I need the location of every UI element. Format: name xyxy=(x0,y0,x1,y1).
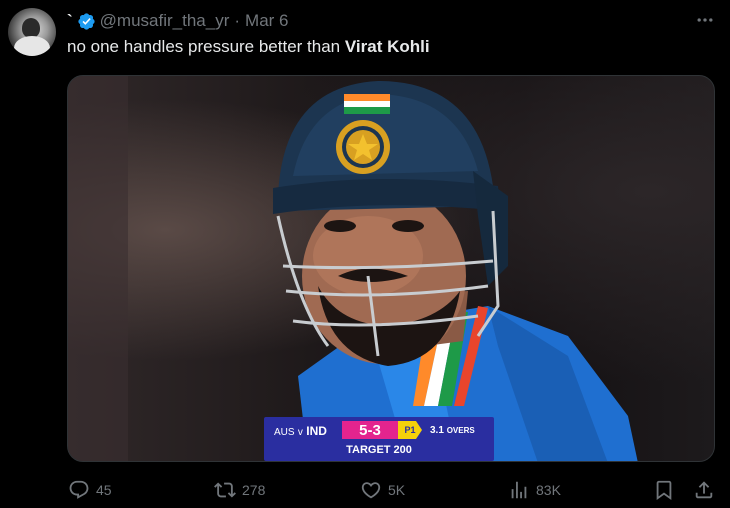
like-button[interactable]: 5K xyxy=(360,476,405,504)
like-count: 5K xyxy=(388,482,406,498)
scoreboard-overs: 3.1 OVERS xyxy=(430,425,475,436)
scoreboard-teams: AUS v IND xyxy=(274,424,327,438)
views-button[interactable]: 83K xyxy=(508,476,561,504)
retweet-count: 278 xyxy=(242,482,266,498)
separator-dot: · xyxy=(234,11,241,30)
reply-icon xyxy=(69,480,89,499)
team-versus: v xyxy=(297,427,303,438)
like-icon xyxy=(361,482,381,499)
user-handle[interactable]: @musafir_tha_yr xyxy=(100,11,230,31)
views-count: 83K xyxy=(536,482,561,498)
views-icon xyxy=(511,481,527,499)
reply-count: 45 xyxy=(96,482,112,498)
team-away: AUS xyxy=(274,427,295,438)
cricketer-illustration xyxy=(68,76,638,461)
tweet-image[interactable]: AUS v IND 5-3 P1 3.1 OVERS TARGET 200 xyxy=(67,75,715,462)
avatar[interactable] xyxy=(8,8,56,56)
avatar-body-shape xyxy=(14,36,50,56)
scoreboard: AUS v IND 5-3 P1 3.1 OVERS TARGET 200 xyxy=(264,417,494,461)
tweet-text: no one handles pressure better than Vira… xyxy=(67,36,430,58)
retweet-button[interactable]: 278 xyxy=(214,476,265,504)
tweet-actions: 45 278 5K 83K xyxy=(0,476,730,504)
tweet[interactable]: ` @musafir_tha_yr · Mar 6 no one handles… xyxy=(0,0,730,508)
overs-label: OVERS xyxy=(446,426,475,435)
tweet-header: ` @musafir_tha_yr · Mar 6 xyxy=(67,9,289,33)
display-name[interactable]: ` xyxy=(67,11,73,31)
avatar-head-shape xyxy=(22,18,40,38)
overs-value: 3.1 xyxy=(430,425,444,436)
team-home: IND xyxy=(306,424,327,438)
tweet-text-plain: no one handles pressure better than xyxy=(67,37,345,56)
verified-badge-icon xyxy=(77,12,96,31)
reply-button[interactable]: 45 xyxy=(68,476,112,504)
retweet-icon xyxy=(214,482,236,498)
scoreboard-target: TARGET 200 xyxy=(346,444,412,456)
bookmark-icon[interactable] xyxy=(652,478,676,502)
tweet-text-bold: Virat Kohli xyxy=(344,37,430,56)
more-icon[interactable] xyxy=(694,9,716,31)
share-icon[interactable] xyxy=(692,478,716,502)
tweet-date[interactable]: Mar 6 xyxy=(245,11,288,31)
powerplay-badge: P1 xyxy=(398,421,422,439)
scoreboard-top-row: AUS v IND 5-3 P1 3.1 OVERS xyxy=(264,420,494,442)
scoreboard-score: 5-3 xyxy=(342,421,398,439)
